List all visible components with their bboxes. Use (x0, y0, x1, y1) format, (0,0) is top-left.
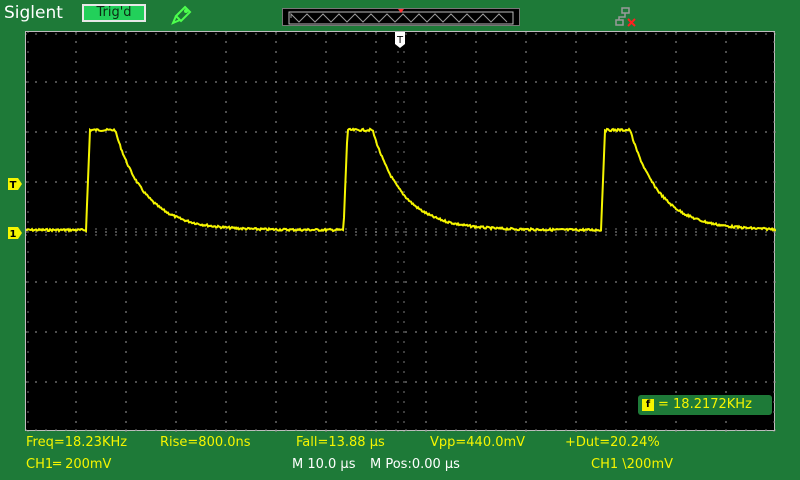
ch1-waveform-trace (26, 127, 776, 233)
frequency-value: = 18.2172KHz (658, 397, 752, 412)
trigger-status-badge: Trig'd (82, 4, 146, 22)
svg-text:T: T (10, 180, 17, 190)
svg-text:1: 1 (10, 229, 17, 239)
measurement-vpp: Vpp=440.0mV (430, 435, 526, 450)
measurement-duty-cycle: +Dut=20.24% (565, 435, 660, 450)
measurement-fall-time: Fall=13.88 µs (296, 435, 385, 450)
svg-text:T: T (396, 35, 404, 46)
trigger-position-marker[interactable]: T (394, 31, 406, 49)
probe-icon (171, 4, 193, 26)
ch1-vertical-scale[interactable]: CH1═ 200mV (26, 457, 111, 472)
trigger-level-marker[interactable]: T (8, 175, 22, 191)
horizontal-timebase[interactable]: M 10.0 µs (292, 457, 355, 472)
measurement-rise-time: Rise=800.0ns (160, 435, 251, 450)
waveform-display[interactable] (25, 31, 776, 432)
frequency-counter-readout: f = 18.2172KHz (638, 395, 772, 415)
memory-position-bar[interactable] (282, 8, 520, 26)
channel1-ground-marker[interactable]: 1 (8, 224, 22, 240)
graticule (26, 32, 776, 432)
trigger-settings[interactable]: CH1 \200mV (591, 457, 673, 472)
measurement-frequency: Freq=18.23KHz (26, 435, 128, 450)
frequency-icon: f (642, 398, 654, 411)
network-disconnected-icon (614, 6, 638, 28)
horizontal-position[interactable]: M Pos:0.00 µs (370, 457, 460, 472)
brand-label: Siglent (4, 3, 63, 23)
